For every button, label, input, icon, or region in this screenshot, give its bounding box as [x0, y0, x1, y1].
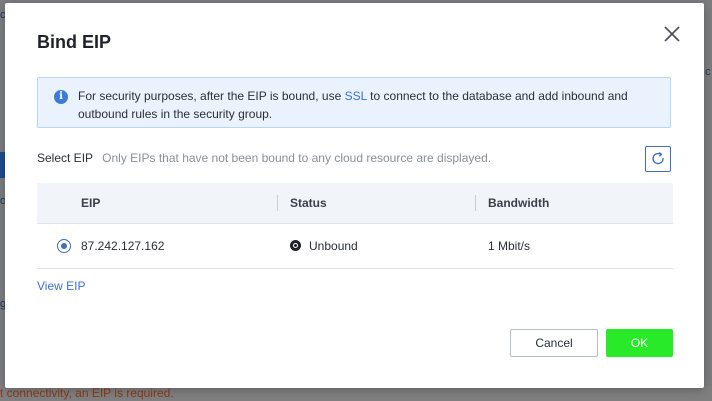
- bind-eip-dialog: Bind EIP i For security purposes, after …: [5, 3, 704, 388]
- eip-bandwidth: 1 Mbit/s: [488, 239, 531, 253]
- column-divider: [475, 195, 476, 211]
- eip-status: Unbound: [290, 224, 358, 268]
- alert-text-before: For security purposes, after the EIP is …: [78, 89, 345, 103]
- column-header-eip: EIP: [81, 196, 101, 210]
- row-radio-button[interactable]: [57, 239, 71, 253]
- cancel-button[interactable]: Cancel: [510, 329, 598, 357]
- alert-message: For security purposes, after the EIP is …: [78, 87, 648, 123]
- dialog-title: Bind EIP: [37, 32, 112, 52]
- info-icon: i: [54, 90, 68, 104]
- security-alert: i For security purposes, after the EIP i…: [37, 77, 671, 128]
- select-eip-hint: Only EIPs that have not been bound to an…: [102, 151, 492, 165]
- column-divider: [277, 195, 278, 211]
- ssl-link[interactable]: SSL: [345, 89, 367, 103]
- select-eip-label: Select EIP: [37, 151, 93, 165]
- column-header-bandwidth: Bandwidth: [488, 196, 550, 210]
- refresh-icon: [652, 152, 664, 165]
- table-row[interactable]: 87.242.127.162 Unbound 1 Mbit/s: [37, 224, 673, 269]
- unbound-status-icon: [290, 240, 301, 251]
- status-text: Unbound: [309, 239, 358, 253]
- ok-button[interactable]: OK: [606, 329, 673, 357]
- column-header-status: Status: [290, 196, 327, 210]
- table-header: EIP Status Bandwidth: [37, 183, 673, 224]
- eip-table: EIP Status Bandwidth 87.242.127.162 Unbo…: [37, 183, 673, 269]
- background-warning-text: t connectivity, an EIP is required.: [0, 386, 712, 401]
- select-eip-row: Select EIP Only EIPs that have not been …: [37, 151, 491, 165]
- view-eip-link[interactable]: View EIP: [37, 279, 85, 293]
- refresh-button[interactable]: [645, 146, 671, 172]
- close-button[interactable]: [661, 23, 683, 45]
- background-fragment: c: [705, 66, 711, 78]
- eip-address: 87.242.127.162: [81, 239, 165, 253]
- close-icon: [664, 26, 680, 42]
